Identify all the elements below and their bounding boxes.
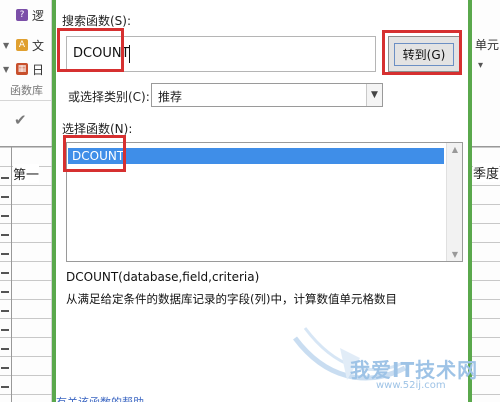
spreadsheet-grid: 第一 — [0, 146, 52, 402]
list-scrollbar[interactable]: ▲ ▼ — [446, 143, 462, 261]
annotation-box-function — [63, 135, 126, 172]
help-link[interactable]: 有关该函数的帮助 — [56, 394, 144, 402]
ribbon-item-label: 文 — [32, 38, 45, 53]
annotation-box-search — [57, 28, 124, 72]
function-syntax: DCOUNT(database,field,criteria) — [66, 270, 260, 284]
text-icon: A — [16, 39, 28, 51]
calendar-icon: ▦ — [16, 63, 28, 75]
category-label: 或选择类别(C): — [68, 90, 150, 104]
row-marker-column — [1, 177, 9, 402]
column-divider — [11, 147, 12, 402]
ribbon-item-text[interactable]: ▼ A 文 — [0, 34, 52, 56]
watermark-url: www.52ij.com — [376, 380, 446, 391]
divider — [0, 100, 52, 101]
category-selected-value: 推荐 — [158, 90, 183, 104]
scroll-down-icon[interactable]: ▼ — [447, 250, 463, 259]
help-book-icon: ? — [16, 9, 28, 21]
watermark-text: 我爱IT技术网 — [350, 358, 479, 382]
ribbon-group-label: 函数库 — [10, 84, 43, 97]
dropdown-arrow-icon: ▼ — [3, 64, 10, 74]
column-header[interactable]: 季度 — [473, 163, 500, 182]
annotation-box-go — [382, 30, 462, 75]
ribbon-item-label: 逻 — [32, 8, 45, 23]
ribbon-item-label: 日 — [32, 62, 45, 77]
text-caret — [129, 45, 130, 63]
chevron-down-icon[interactable]: ▼ — [366, 84, 382, 106]
background-excel-left: ? 逻 ▼ A 文 ▼ ▦ 日 函数库 ✔ 第一 — [0, 0, 52, 402]
ribbon-item-date[interactable]: ▼ ▦ 日 — [0, 58, 52, 80]
chevron-down-icon: ▾ — [478, 60, 484, 71]
ribbon-text: 单元 — [475, 38, 500, 52]
ribbon-item-logic[interactable]: ? 逻 — [0, 4, 52, 26]
function-description: 从满足给定条件的数据库记录的字段(列)中，计算数值单元格数目 — [66, 292, 397, 306]
scroll-up-icon[interactable]: ▲ — [447, 145, 463, 154]
dropdown-arrow-icon: ▼ — [3, 40, 10, 50]
search-label: 搜索函数(S): — [62, 14, 132, 28]
category-select[interactable]: 推荐 ▼ — [151, 83, 383, 107]
confirm-check-icon[interactable]: ✔ — [14, 111, 27, 129]
column-header[interactable]: 第一 — [13, 164, 40, 183]
